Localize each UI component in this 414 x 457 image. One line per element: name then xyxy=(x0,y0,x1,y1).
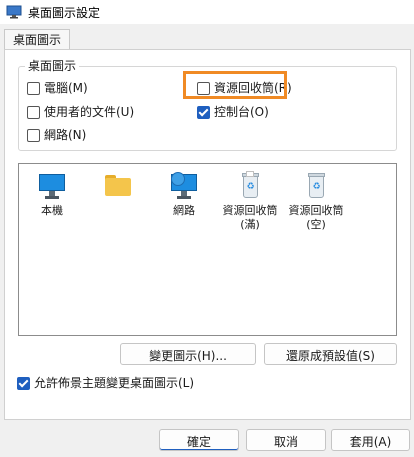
change-icon-button[interactable]: 變更圖示(H)... xyxy=(120,343,256,365)
list-item-user-files[interactable] xyxy=(86,172,150,204)
checkbox-box[interactable] xyxy=(27,81,40,95)
highlight-box xyxy=(183,71,287,99)
checkbox-box[interactable] xyxy=(197,105,210,119)
checkbox-label: 控制台(O) xyxy=(214,105,269,119)
list-item-recycle-bin-full[interactable]: ♻ 資源回收筒 (滿) xyxy=(218,171,282,232)
checkbox-label: 網路(N) xyxy=(44,128,87,142)
tab-desktop-icons[interactable]: 桌面圖示 xyxy=(4,29,71,50)
restore-default-button[interactable]: 還原成預設值(S) xyxy=(264,343,397,365)
recycle-bin-empty-icon: ♻ xyxy=(302,172,330,200)
checkbox-label: 使用者的文件(U) xyxy=(44,105,135,119)
list-item-recycle-bin-empty[interactable]: ♻ 資源回收筒 (空) xyxy=(284,172,348,232)
network-checkbox[interactable]: 網路(N) xyxy=(27,128,86,142)
control-panel-checkbox[interactable]: 控制台(O) xyxy=(197,105,269,119)
title-bar: 桌面圖示設定 xyxy=(0,0,414,24)
user-files-checkbox[interactable]: 使用者的文件(U) xyxy=(27,105,134,119)
checkbox-box[interactable] xyxy=(27,128,40,142)
ok-button[interactable]: 確定 xyxy=(159,429,239,451)
network-icon xyxy=(170,172,198,200)
list-item-label: 本機 xyxy=(41,204,63,217)
list-item-label: 網路 xyxy=(173,204,195,217)
checkbox-label: 允許佈景主題變更桌面圖示(L) xyxy=(34,376,195,390)
checkbox-box[interactable] xyxy=(27,105,40,119)
allow-themes-checkbox[interactable]: 允許佈景主題變更桌面圖示(L) xyxy=(17,376,194,390)
list-item-network[interactable]: 網路 xyxy=(152,172,216,218)
window-title: 桌面圖示設定 xyxy=(28,6,101,20)
list-item-label: 資源回收筒 (空) xyxy=(288,204,344,231)
checkbox-label: 電腦(M) xyxy=(44,81,88,95)
list-item-label: 資源回收筒 (滿) xyxy=(222,204,278,231)
apply-button[interactable]: 套用(A) xyxy=(331,429,410,451)
group-legend: 桌面圖示 xyxy=(25,59,80,73)
folder-icon xyxy=(104,172,132,200)
computer-checkbox[interactable]: 電腦(M) xyxy=(27,81,88,95)
monitor-icon xyxy=(38,172,66,200)
checkbox-box[interactable] xyxy=(17,376,30,390)
list-item-this-pc[interactable]: 本機 xyxy=(20,172,84,218)
recycle-bin-full-icon: ♻ xyxy=(236,171,264,200)
desktop-settings-icon xyxy=(6,5,22,19)
cancel-button[interactable]: 取消 xyxy=(246,429,326,451)
